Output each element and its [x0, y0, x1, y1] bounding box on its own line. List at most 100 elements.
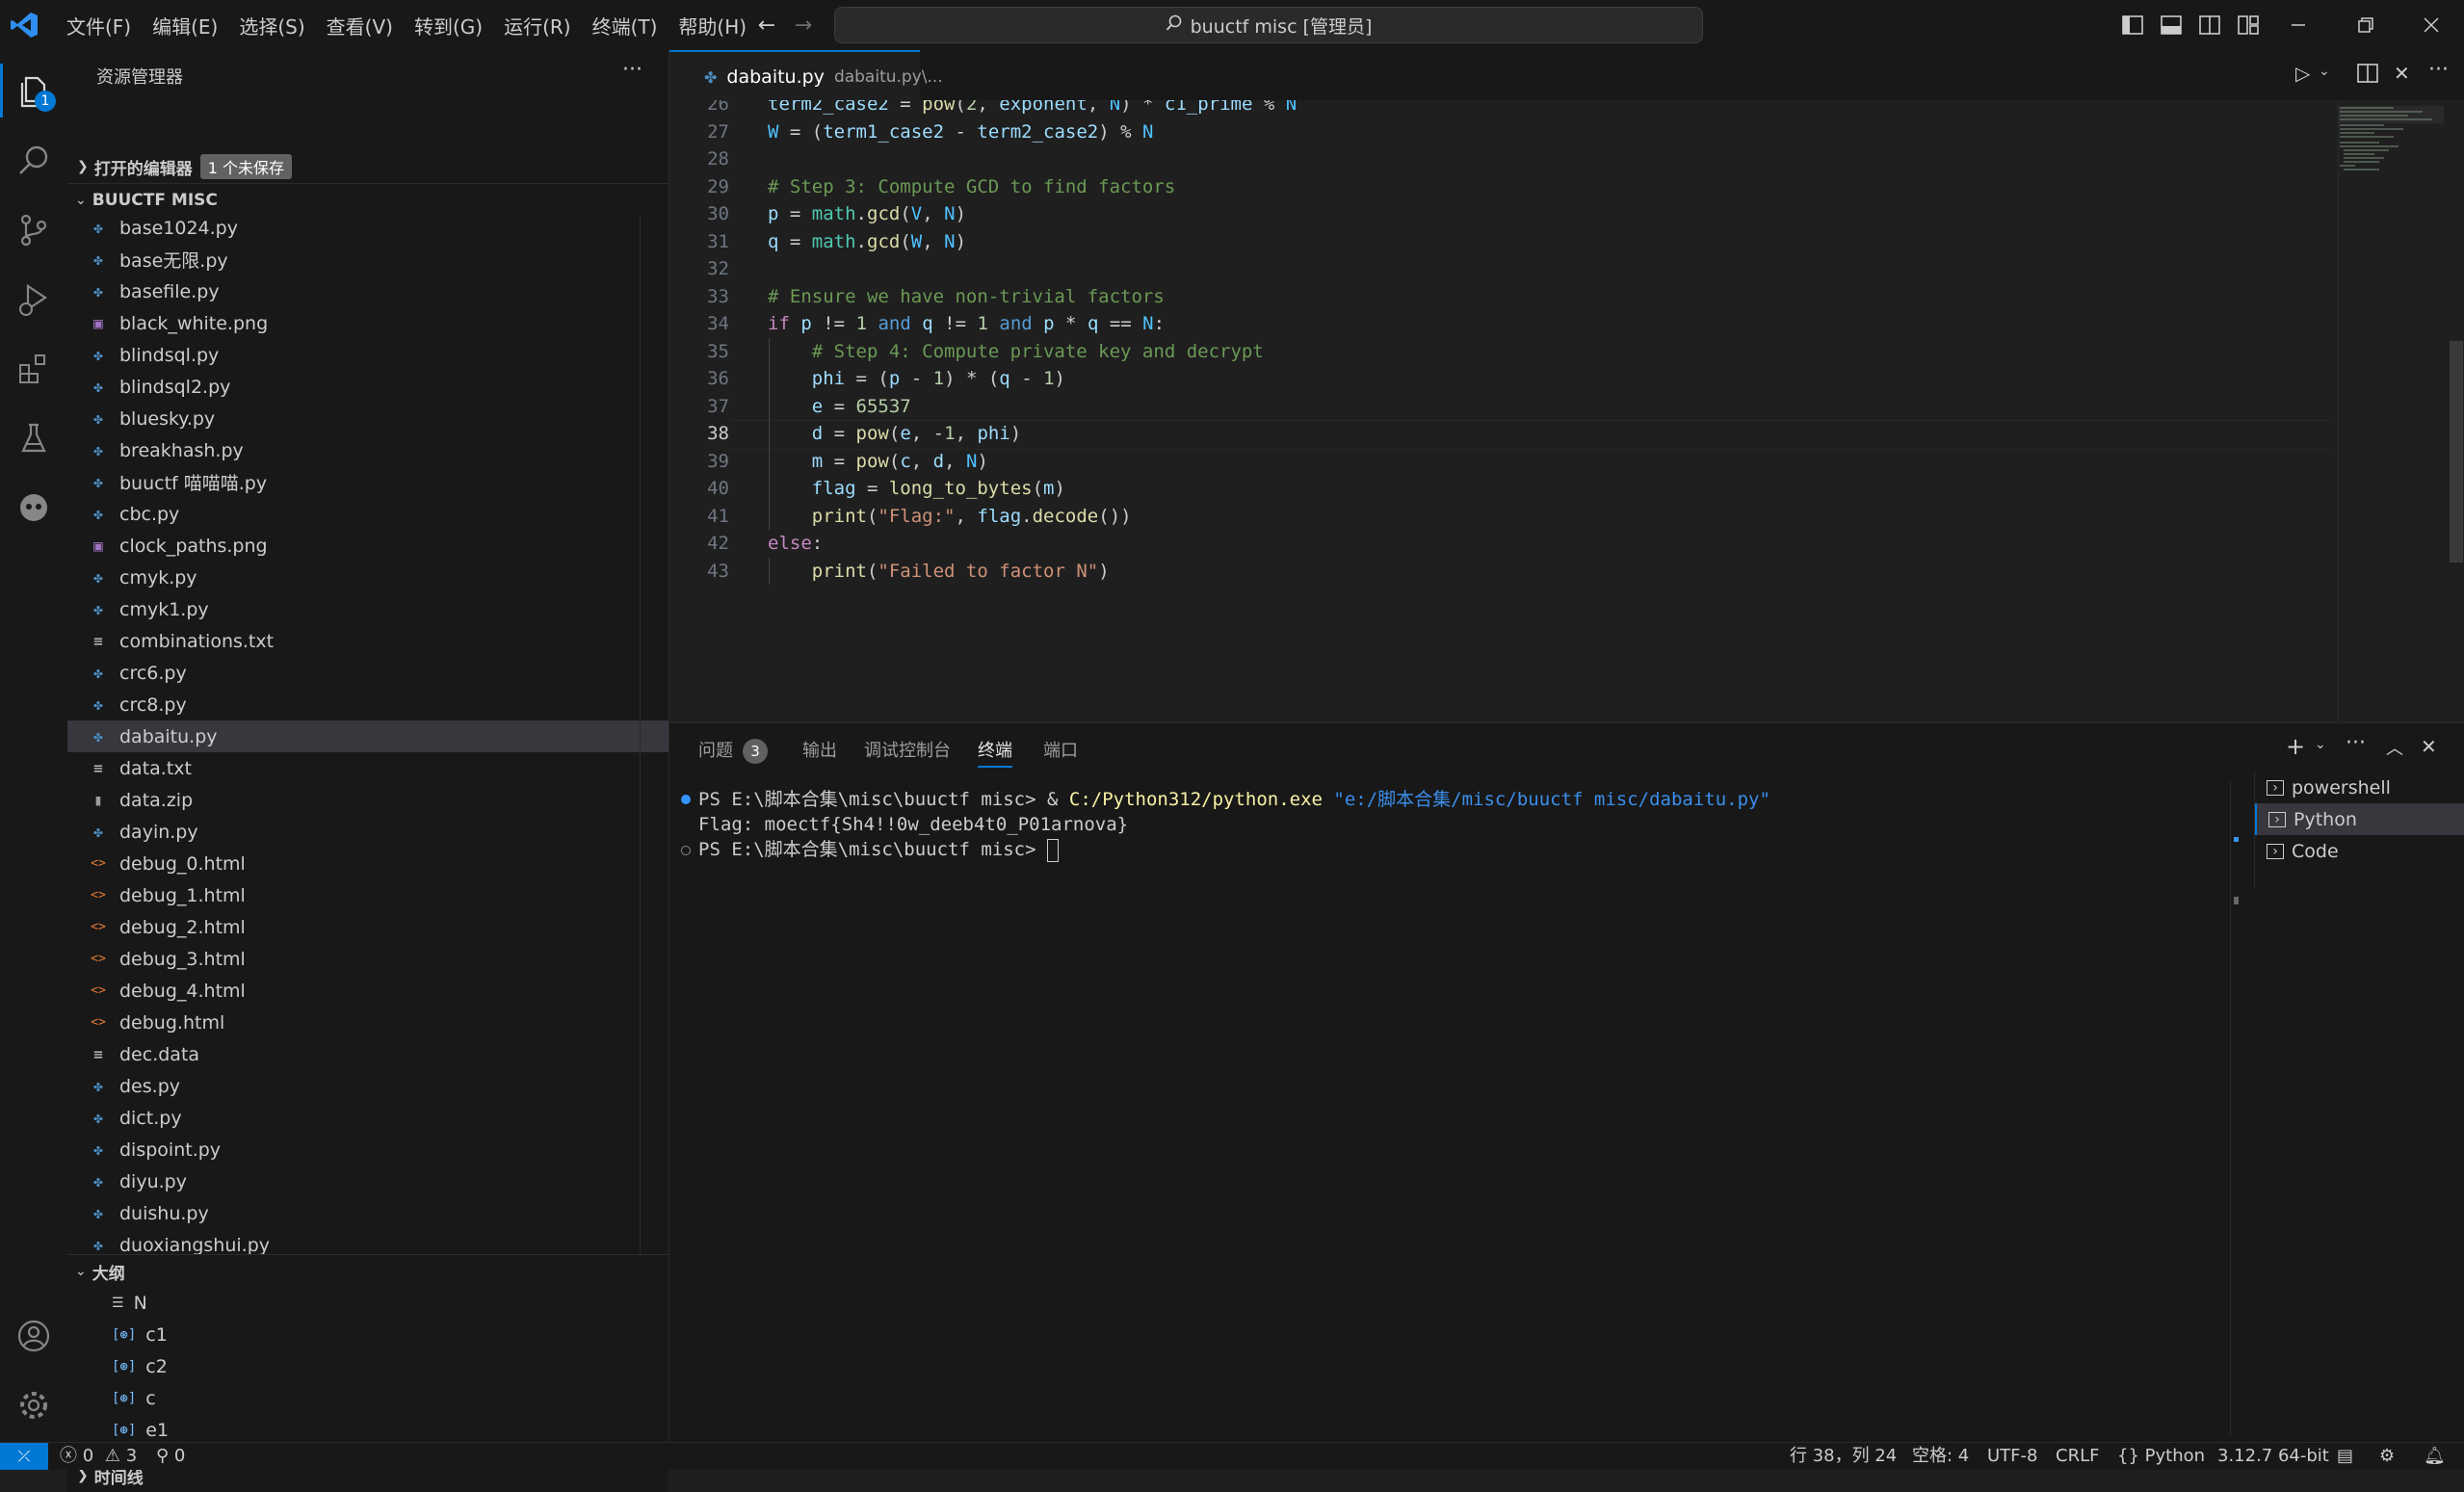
file-item[interactable]: <> debug_1.html — [67, 879, 668, 911]
outline-header[interactable]: ⌄ 大纲 — [67, 1254, 668, 1288]
code-line[interactable]: # Step 4: Compute private key and decryp… — [768, 338, 1264, 366]
file-item[interactable]: ✤ cmyk1.py — [67, 593, 668, 625]
terminal-output[interactable]: PS E:\脚本合集\misc\buuctf misc> & C:/Python… — [669, 781, 2230, 1436]
file-item[interactable]: ≡ data.txt — [67, 752, 668, 784]
back-arrow-icon[interactable]: ← — [751, 10, 782, 40]
code-line[interactable]: flag = long_to_bytes(m) — [768, 475, 1065, 503]
editor-scrollbar-thumb[interactable] — [2450, 341, 2463, 563]
python-interpreter[interactable]: 3.12.7 64-bit — [2217, 1443, 2329, 1470]
maximize-panel-icon[interactable]: ︿ — [2386, 735, 2403, 760]
extensions-icon[interactable] — [0, 335, 67, 403]
code-line[interactable]: else: — [768, 530, 823, 558]
file-item[interactable]: ✤ crc6.py — [67, 657, 668, 689]
file-item[interactable]: <> debug_3.html — [67, 943, 668, 975]
toggle-panel-icon[interactable] — [2156, 10, 2187, 40]
panel-tab-2[interactable]: 调试控制台 — [864, 737, 951, 766]
terminal-scrollbar[interactable] — [2230, 781, 2244, 1436]
code-editor[interactable]: 26 term2_case2 = pow(2, exponent, N) * c1… — [669, 100, 2464, 721]
code-line[interactable]: # Ensure we have non-trivial factors — [768, 283, 1165, 311]
settings-gear-icon[interactable] — [0, 1372, 67, 1439]
minimize-icon[interactable] — [2283, 10, 2314, 40]
menu-item-5[interactable]: 运行(R) — [493, 12, 582, 39]
testing-flask-icon[interactable] — [0, 405, 67, 472]
code-line[interactable]: print("Failed to factor N") — [768, 558, 1110, 586]
code-line[interactable]: e = 65537 — [768, 393, 911, 421]
outline-item[interactable]: [⊛] c2 — [67, 1350, 668, 1382]
close-window-icon[interactable] — [2416, 10, 2447, 40]
menu-item-2[interactable]: 选择(S) — [228, 12, 315, 39]
file-item[interactable]: ✤ crc8.py — [67, 689, 668, 720]
file-item[interactable]: ✤ cmyk.py — [67, 562, 668, 593]
search-sidebar-icon[interactable] — [0, 127, 67, 195]
file-item[interactable]: ≡ combinations.txt — [67, 625, 668, 657]
menu-item-1[interactable]: 编辑(E) — [142, 12, 228, 39]
file-tree-scrollbar[interactable] — [640, 214, 669, 1254]
code-line[interactable]: W = (term1_case2 - term2_case2) % N — [768, 118, 1153, 146]
file-item[interactable]: ≡ dec.data — [67, 1038, 668, 1070]
file-item[interactable]: <> debug.html — [67, 1007, 668, 1038]
file-item[interactable]: ✤ dayin.py — [67, 816, 668, 848]
line-ending[interactable]: CRLF — [2056, 1443, 2099, 1470]
cursor-position[interactable]: 行 38，列 24 — [1790, 1443, 1897, 1470]
toggle-secondary-sidebar-icon[interactable] — [2194, 10, 2225, 40]
menu-item-4[interactable]: 转到(G) — [404, 12, 493, 39]
customize-layout-icon[interactable] — [2233, 10, 2264, 40]
file-item[interactable]: ✤ basefile.py — [67, 275, 668, 307]
run-dropdown-icon[interactable]: ⌄ — [2319, 64, 2330, 79]
source-control-icon[interactable] — [0, 196, 67, 264]
encoding[interactable]: UTF-8 — [1987, 1443, 2037, 1470]
run-debug-icon[interactable] — [0, 266, 67, 333]
terminal-instance[interactable]: › powershell — [2255, 772, 2464, 803]
code-line[interactable]: phi = (p - 1) * (q - 1) — [768, 365, 1065, 393]
code-line[interactable]: p = math.gcd(V, N) — [768, 200, 966, 228]
github-copilot-icon[interactable] — [0, 474, 67, 541]
code-line[interactable]: if p != 1 and q != 1 and p * q == N: — [768, 310, 1165, 338]
language-mode[interactable]: {} Python — [2117, 1443, 2205, 1470]
code-line[interactable]: m = pow(c, d, N) — [768, 448, 988, 476]
file-item[interactable]: ▮ data.zip — [67, 784, 668, 816]
problems-status[interactable]: ⓧ 0 ⚠ 3 — [60, 1443, 137, 1470]
terminal-dropdown-icon[interactable]: ⌄ — [2315, 737, 2326, 752]
command-center-search[interactable]: buuctf misc [管理员] — [834, 7, 1703, 43]
tab-dabaitu[interactable]: ✤ dabaitu.py dabaitu.py\... — [669, 50, 943, 102]
file-item[interactable]: ✤ diyu.py — [67, 1165, 668, 1197]
panel-more-icon[interactable]: ··· — [2346, 731, 2366, 755]
remote-indicator-icon[interactable]: ⤫ — [0, 1443, 48, 1470]
restore-icon[interactable] — [2350, 10, 2381, 40]
more-actions-icon[interactable]: ··· — [622, 58, 642, 82]
notebook-icon[interactable]: ▤ — [2337, 1443, 2353, 1470]
panel-tab-3[interactable]: 终端 — [978, 737, 1012, 768]
file-item[interactable]: ✤ blindsql.py — [67, 339, 668, 371]
toggle-primary-sidebar-icon[interactable] — [2117, 10, 2148, 40]
file-item[interactable]: ✤ duoxiangshui.py — [67, 1229, 668, 1255]
file-item[interactable]: ▣ black_white.png — [67, 307, 668, 339]
close-editor-icon[interactable]: ✕ — [2394, 62, 2410, 85]
file-item[interactable]: ✤ buuctf 喵喵喵.py — [67, 466, 668, 498]
file-item[interactable]: ✤ dict.py — [67, 1102, 668, 1134]
terminal-instance[interactable]: › Code — [2255, 835, 2464, 867]
ports-status[interactable]: ⚲ 0 — [156, 1443, 185, 1470]
outline-item[interactable]: [⊛] c1 — [67, 1319, 668, 1350]
file-item[interactable]: <> debug_2.html — [67, 911, 668, 943]
outline-item[interactable]: ☰ N — [67, 1287, 668, 1319]
new-terminal-icon[interactable]: + — [2286, 733, 2305, 760]
panel-tab-4[interactable]: 端口 — [1043, 737, 1078, 766]
file-item[interactable]: ✤ base1024.py — [67, 212, 668, 244]
menu-item-0[interactable]: 文件(F) — [56, 12, 142, 39]
forward-arrow-icon[interactable]: → — [788, 10, 819, 40]
code-line[interactable]: term2_case2 = pow(2, exponent, N) * c1_p… — [768, 100, 1297, 118]
panel-tab-1[interactable]: 输出 — [802, 737, 837, 766]
panel-tab-0[interactable]: 问题 3 — [698, 737, 768, 766]
open-editors-header[interactable]: ❯ 打开的编辑器 1 个未保存 — [67, 150, 668, 183]
split-editor-icon[interactable] — [2357, 64, 2378, 88]
file-item[interactable]: ✤ breakhash.py — [67, 434, 668, 466]
code-line[interactable]: print("Flag:", flag.decode()) — [768, 503, 1132, 531]
close-panel-icon[interactable]: ✕ — [2421, 735, 2437, 758]
file-item[interactable]: ✤ base无限.py — [67, 244, 668, 275]
code-line[interactable]: # Step 3: Compute GCD to find factors — [768, 173, 1175, 201]
file-item[interactable]: ✤ cbc.py — [67, 498, 668, 530]
menu-item-3[interactable]: 查看(V) — [316, 12, 404, 39]
code-line[interactable]: d = pow(e, -1, phi) — [768, 420, 1021, 448]
code-line[interactable]: q = math.gcd(W, N) — [768, 228, 966, 256]
file-item[interactable]: ✤ des.py — [67, 1070, 668, 1102]
